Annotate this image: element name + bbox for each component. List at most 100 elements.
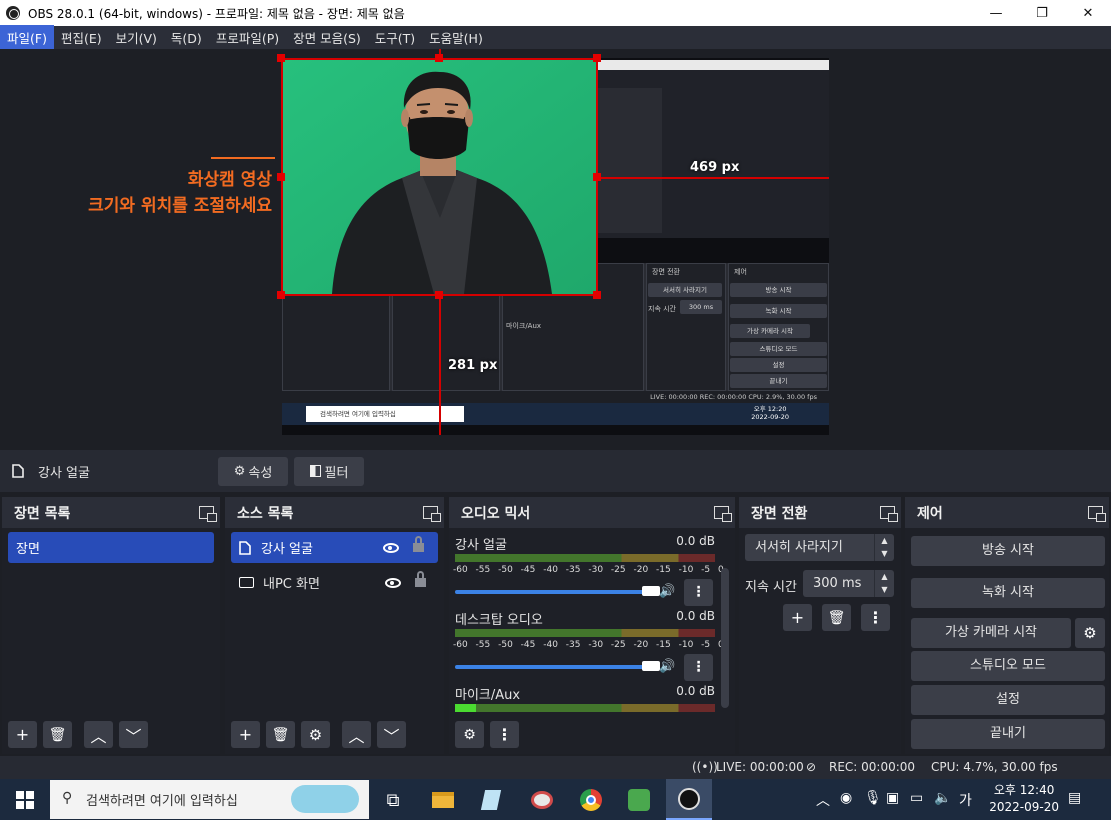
virtual-camera-settings-button[interactable]: ⚙ (1075, 618, 1105, 648)
mixer-menu-button[interactable]: ⋮ (490, 721, 519, 748)
sources-dock-header: 소스 목록 (225, 497, 444, 528)
slider-knob[interactable] (642, 586, 660, 596)
notification-icon[interactable]: ▤ (1068, 790, 1081, 806)
studio-mode-button[interactable]: 스튜디오 모드 (911, 651, 1105, 681)
add-transition-button[interactable]: + (783, 604, 812, 631)
transition-select[interactable]: 서서히 사라지기 ▲ ▼ (745, 534, 894, 561)
lock-icon[interactable] (413, 535, 424, 552)
android-app-icon[interactable] (624, 785, 654, 815)
nested-start-stream: 방송 시작 (730, 283, 827, 297)
scenes-footer: + 🗑 ︿ ﹀ (8, 721, 148, 748)
move-scene-down-button[interactable]: ﹀ (119, 721, 148, 748)
float-dock-icon[interactable] (199, 506, 217, 522)
menu-tools[interactable]: 도구(T) (368, 25, 422, 50)
filters-button[interactable]: 필터 (294, 456, 364, 486)
gears-icon: ⚙ (463, 726, 476, 743)
properties-button[interactable]: ⚙ 속성 (218, 456, 288, 486)
resize-handle-left[interactable] (277, 173, 285, 181)
duration-input[interactable]: 300 ms ▲ ▼ (803, 570, 894, 597)
eye-icon[interactable] (383, 542, 399, 553)
preview-area[interactable]: 장면 전환 제어 마이크/Aux 서서히 사라지기 지속 시간 300 ms 방… (0, 49, 1111, 445)
eye-icon[interactable] (385, 577, 401, 588)
float-dock-icon[interactable] (714, 506, 732, 522)
file-explorer-icon[interactable] (428, 785, 458, 815)
speaker-icon[interactable]: 🔊 (659, 659, 675, 674)
resize-handle-top[interactable] (435, 54, 443, 62)
mixer-footer: ⚙ ⋮ (455, 721, 519, 748)
notepad-icon[interactable] (476, 785, 506, 815)
obs-taskbar-icon[interactable] (666, 779, 712, 820)
source-item[interactable]: 강사 얼굴 (231, 532, 438, 563)
transitions-dock-header: 장면 전환 (739, 497, 901, 528)
add-source-button[interactable]: + (231, 721, 260, 748)
tray-volume-icon[interactable]: 🔈 (934, 790, 951, 806)
move-source-up-button[interactable]: ︿ (342, 721, 371, 748)
move-source-down-button[interactable]: ﹀ (377, 721, 406, 748)
volume-slider[interactable] (455, 661, 660, 671)
window-titlebar: OBS 28.0.1 (64-bit, windows) - 프로파일: 제목 … (0, 0, 1111, 26)
settings-button[interactable]: 설정 (911, 685, 1105, 715)
remove-source-button[interactable]: 🗑 (266, 721, 295, 748)
speaker-icon[interactable]: 🔊 (659, 584, 675, 599)
float-dock-icon[interactable] (423, 506, 441, 522)
taskbar-search-box[interactable]: ⚲ 검색하려면 여기에 입력하십 (50, 780, 369, 819)
start-virtual-camera-button[interactable]: 가상 카메라 시작 (911, 618, 1071, 648)
menu-file[interactable]: 파일(F) (0, 25, 54, 50)
gear-icon: ⚙ (308, 725, 323, 744)
resize-handle-bottom[interactable] (435, 291, 443, 299)
spinner-arrows-icon[interactable]: ▲ ▼ (874, 534, 894, 561)
menu-help[interactable]: 도움말(H) (422, 25, 490, 50)
float-dock-icon[interactable] (1088, 506, 1106, 522)
taskbar-clock[interactable]: 오후 12:40 2022-09-20 (989, 782, 1059, 816)
lock-icon[interactable] (415, 570, 426, 587)
menu-docks[interactable]: 독(D) (164, 25, 209, 50)
chrome-icon[interactable] (576, 785, 606, 815)
tray-display-icon[interactable]: ▣ (886, 790, 899, 806)
scene-item[interactable]: 장면 (8, 532, 214, 563)
volume-slider[interactable] (455, 586, 660, 596)
presenter-image (282, 58, 597, 294)
close-button[interactable]: ✕ (1065, 0, 1111, 26)
tray-chevron-up-icon[interactable]: ︿ (816, 790, 830, 810)
tray-camera-icon[interactable]: ◉ (840, 790, 852, 806)
spinner-arrows-icon[interactable]: ▲ ▼ (874, 570, 894, 597)
advanced-audio-button[interactable]: ⚙ (455, 721, 484, 748)
float-dock-icon[interactable] (880, 506, 898, 522)
source-item[interactable]: 내PC 화면 (231, 567, 438, 598)
menu-view[interactable]: 보기(V) (109, 25, 164, 50)
slider-knob[interactable] (642, 661, 660, 671)
transition-select-value: 서서히 사라지기 (755, 540, 843, 555)
exit-button[interactable]: 끝내기 (911, 719, 1105, 749)
transition-menu-button[interactable]: ⋮ (861, 604, 890, 631)
menu-edit[interactable]: 편집(E) (54, 25, 109, 50)
resize-handle-bottom-right[interactable] (593, 291, 601, 299)
maximize-button[interactable]: ❐ (1019, 0, 1065, 26)
mixer-dock-title: 오디오 믹서 (461, 505, 531, 522)
windows-start-icon[interactable] (16, 791, 34, 809)
menu-scene-collection[interactable]: 장면 모음(S) (286, 25, 368, 50)
move-scene-up-button[interactable]: ︿ (84, 721, 113, 748)
resize-handle-top-left[interactable] (277, 54, 285, 62)
source-properties-button[interactable]: ⚙ (301, 721, 330, 748)
webcam-source[interactable] (282, 58, 597, 294)
remove-scene-button[interactable]: 🗑 (43, 721, 72, 748)
tray-network-icon[interactable]: ▭ (910, 790, 923, 806)
minimize-button[interactable]: — (973, 0, 1019, 26)
add-scene-button[interactable]: + (8, 721, 37, 748)
channel-menu-button[interactable]: ⋮ (684, 579, 713, 606)
start-streaming-button[interactable]: 방송 시작 (911, 536, 1105, 566)
menu-profile[interactable]: 프로파일(P) (209, 25, 286, 50)
resize-handle-right[interactable] (593, 173, 601, 181)
task-view-icon[interactable]: ⧉ (378, 785, 408, 815)
ime-indicator[interactable]: 가 (959, 790, 972, 810)
mixer-scrollbar[interactable] (721, 568, 729, 708)
annotation-underline (211, 157, 275, 159)
resize-handle-bottom-left[interactable] (277, 291, 285, 299)
paint-icon[interactable] (527, 785, 557, 815)
resize-handle-top-right[interactable] (593, 54, 601, 62)
remove-transition-button[interactable]: 🗑 (822, 604, 851, 631)
preview-canvas[interactable]: 장면 전환 제어 마이크/Aux 서서히 사라지기 지속 시간 300 ms 방… (282, 58, 829, 435)
start-recording-button[interactable]: 녹화 시작 (911, 578, 1105, 608)
channel-menu-button[interactable]: ⋮ (684, 654, 713, 681)
tray-mic-icon[interactable]: 🎙 (864, 790, 882, 806)
